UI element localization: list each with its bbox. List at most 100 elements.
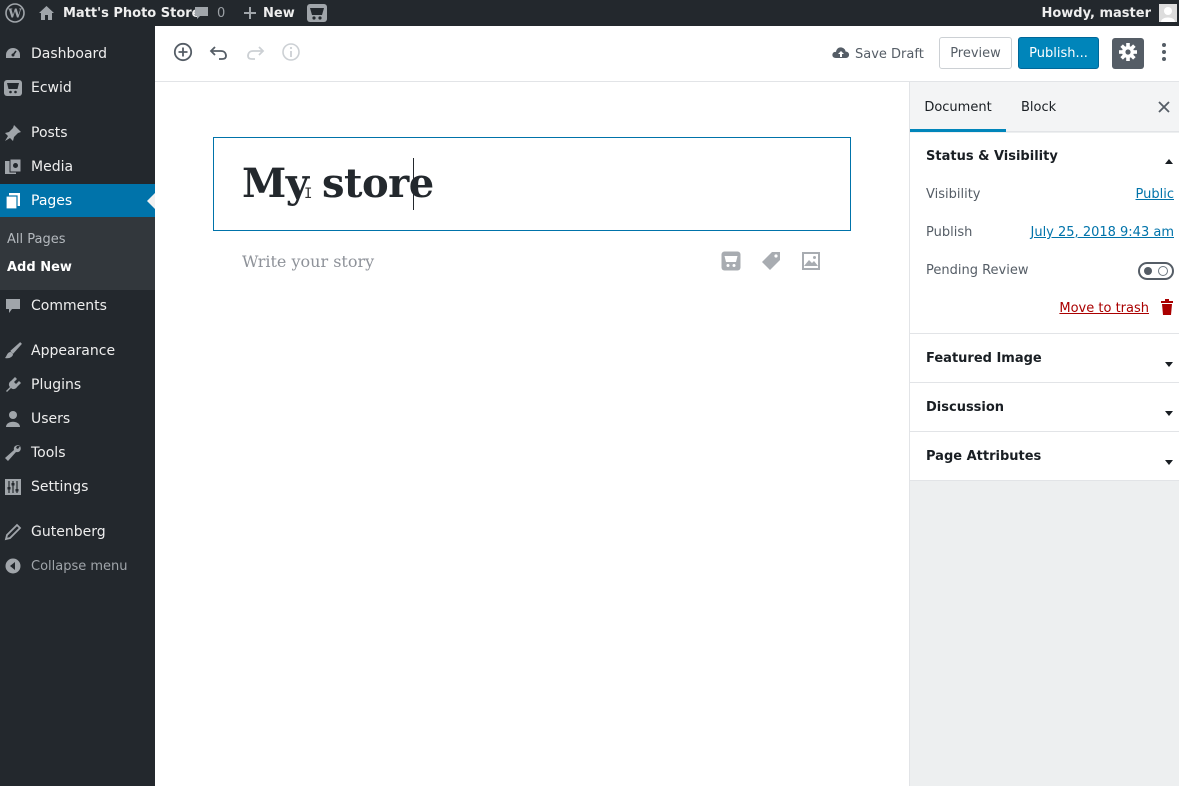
pending-review-toggle[interactable]	[1138, 262, 1174, 280]
publish-button[interactable]: Publish...	[1018, 37, 1099, 69]
move-to-trash-link[interactable]: Move to trash	[1059, 301, 1149, 316]
toggle-off-icon	[1158, 266, 1168, 276]
redo-button[interactable]	[244, 43, 266, 65]
user-icon	[4, 410, 22, 428]
pushpin-icon	[4, 124, 22, 142]
plus-icon	[243, 6, 263, 20]
ecwid-product-block-button[interactable]	[760, 252, 782, 274]
close-sidebar-button[interactable]	[1154, 97, 1174, 117]
undo-button[interactable]	[208, 43, 230, 65]
panel-title-discussion[interactable]: Discussion	[926, 400, 1004, 415]
menu-label: Users	[31, 411, 71, 427]
menu-label: Dashboard	[31, 46, 107, 62]
wordpress-logo-icon[interactable]: W	[3, 0, 27, 26]
tab-document[interactable]: Document	[910, 82, 1006, 132]
menu-item-dashboard[interactable]: Dashboard	[0, 37, 155, 71]
info-icon	[281, 42, 301, 66]
redo-icon	[245, 42, 265, 66]
menu-label: Comments	[31, 298, 107, 314]
menu-item-tools[interactable]: Tools	[0, 436, 155, 470]
submenu-all-pages[interactable]: All Pages	[7, 232, 66, 247]
toggle-knob	[1144, 267, 1152, 275]
pending-review-label: Pending Review	[926, 263, 1029, 278]
panel-title-featured-image[interactable]: Featured Image	[926, 351, 1042, 366]
post-title-block[interactable]: My store I	[213, 137, 851, 231]
menu-label: Tools	[31, 445, 66, 461]
menu-item-settings[interactable]: Settings	[0, 470, 155, 504]
pages-submenu: All Pages Add New	[0, 217, 155, 290]
chevron-down-icon[interactable]	[1164, 403, 1174, 416]
chevron-down-icon[interactable]	[1164, 354, 1174, 367]
menu-label: Pages	[31, 193, 73, 209]
panel-title-page-attributes[interactable]: Page Attributes	[926, 449, 1041, 464]
avatar[interactable]	[1159, 4, 1177, 22]
howdy-user[interactable]: Howdy, master	[1041, 0, 1151, 26]
menu-item-ecwid[interactable]: Ecwid	[0, 71, 155, 105]
new-content-link[interactable]: New	[243, 0, 295, 26]
menu-label: Media	[31, 159, 74, 175]
menu-item-plugins[interactable]: Plugins	[0, 368, 155, 402]
menu-item-gutenberg[interactable]: Gutenberg	[0, 515, 155, 549]
close-icon	[1158, 98, 1170, 117]
gear-icon	[1118, 42, 1138, 66]
submenu-add-new[interactable]: Add New	[7, 260, 72, 275]
brush-icon	[4, 342, 22, 360]
discussion-panel[interactable]: Discussion	[910, 383, 1179, 432]
chevron-down-icon[interactable]	[1164, 452, 1174, 465]
tab-block[interactable]: Block	[1021, 82, 1056, 132]
comments-count: 0	[217, 5, 226, 21]
pages-icon	[4, 192, 22, 210]
comments-link[interactable]: 0	[193, 0, 225, 26]
post-title-input[interactable]: My store	[242, 160, 434, 207]
collapse-menu-button[interactable]: Collapse menu	[0, 549, 155, 583]
publish-date-link[interactable]: July 25, 2018 9:43 am	[1031, 225, 1175, 240]
dashboard-icon	[4, 45, 22, 63]
panel-title-status-visibility[interactable]: Status & Visibility	[926, 149, 1058, 164]
editor-header-toolbar: Save Draft Preview Publish...	[155, 26, 1179, 82]
trash-icon[interactable]	[1160, 299, 1174, 315]
menu-label: Ecwid	[31, 80, 72, 96]
menu-item-pages[interactable]: Pages	[0, 184, 155, 218]
ecwid-store-block-button[interactable]	[720, 251, 742, 274]
cloud-upload-icon	[832, 45, 855, 63]
site-name: Matt's Photo Store	[63, 5, 201, 21]
ibeam-cursor-icon: I	[304, 186, 313, 202]
tag-icon	[761, 251, 781, 275]
admin-bar: W Matt's Photo Store 0 New Howdy, master	[0, 0, 1179, 26]
document-settings-sidebar: Document Block Status & Visibility Visib…	[909, 82, 1179, 786]
content-info-button[interactable]	[280, 43, 302, 65]
visibility-label: Visibility	[926, 187, 981, 202]
menu-item-appearance[interactable]: Appearance	[0, 334, 155, 368]
image-icon	[801, 251, 821, 275]
status-visibility-panel: Status & Visibility Visibility Public Pu…	[910, 133, 1179, 334]
pencil-icon	[4, 523, 22, 541]
menu-item-users[interactable]: Users	[0, 402, 155, 436]
body-placeholder[interactable]: Write your story	[242, 252, 374, 271]
save-draft-button[interactable]: Save Draft	[832, 44, 924, 64]
settings-toggle-button[interactable]	[1112, 38, 1144, 69]
admin-side-menu: Dashboard Ecwid Posts Media Pages All Pa…	[0, 26, 155, 786]
featured-image-panel[interactable]: Featured Image	[910, 334, 1179, 383]
menu-label: Posts	[31, 125, 68, 141]
menu-item-posts[interactable]: Posts	[0, 116, 155, 150]
ecwid-cart-icon[interactable]	[306, 0, 328, 26]
menu-item-comments[interactable]: Comments	[0, 289, 155, 323]
image-block-button[interactable]	[800, 252, 822, 274]
collapse-label: Collapse menu	[31, 558, 128, 574]
text-caret	[413, 158, 414, 210]
add-block-button[interactable]	[172, 42, 194, 66]
plus-circle-icon	[173, 42, 193, 66]
more-tools-button[interactable]	[1154, 41, 1174, 67]
menu-item-media[interactable]: Media	[0, 150, 155, 184]
undo-icon	[209, 42, 229, 66]
site-name-link[interactable]: Matt's Photo Store	[38, 0, 201, 26]
chevron-up-icon[interactable]	[1164, 152, 1174, 164]
preview-button[interactable]: Preview	[939, 37, 1012, 69]
sidebar-tabs: Document Block	[910, 82, 1179, 132]
save-draft-label: Save Draft	[855, 46, 924, 62]
menu-label: Settings	[31, 479, 89, 495]
page-attributes-panel[interactable]: Page Attributes	[910, 432, 1179, 481]
collapse-arrow-icon	[4, 557, 22, 575]
visibility-toggle-link[interactable]: Public	[1136, 187, 1174, 202]
home-icon	[38, 5, 63, 21]
